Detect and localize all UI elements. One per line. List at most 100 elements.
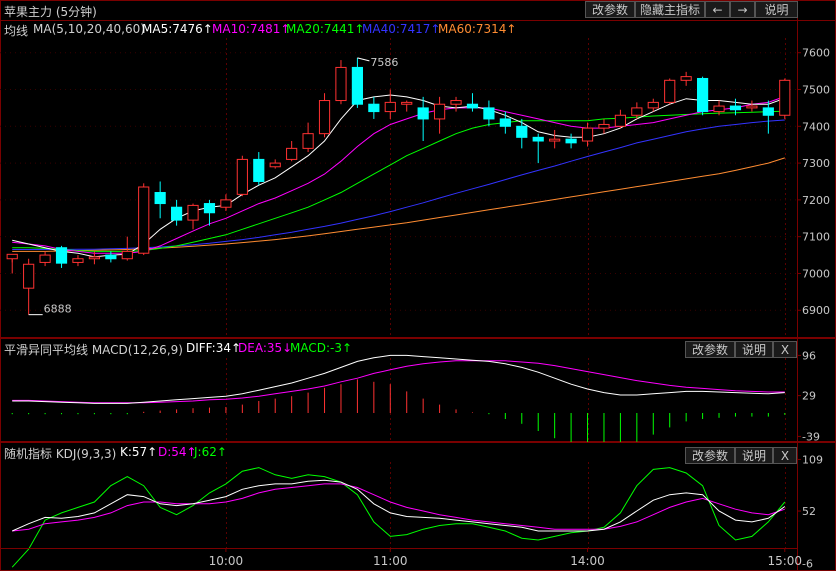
- candle-body-up: [335, 66, 347, 102]
- macd-close-button[interactable]: X: [773, 341, 797, 358]
- candle-body-up: [318, 100, 331, 135]
- candle: [680, 71, 692, 86]
- candle: [433, 96, 446, 134]
- main-title: 苹果主力 (5分钟): [4, 5, 97, 19]
- y-tick-7100: 7100: [802, 231, 830, 244]
- candle-body-down: [466, 103, 479, 109]
- pane-border: [0, 0, 836, 338]
- candle-body-down: [351, 66, 364, 105]
- hide-main-indicator-button[interactable]: 隐藏主指标: [635, 1, 705, 18]
- candle-body-up: [647, 101, 659, 109]
- candle: [335, 60, 347, 105]
- candle-body-down: [696, 77, 709, 113]
- main-pane: 7600 7500 7400 7300 7200 7100 7000 6900 7586 6888…: [0, 0, 836, 338]
- ma10-line: [12, 96, 785, 254]
- prev-arrow-button[interactable]: ←: [705, 1, 730, 18]
- ma-legend-params: MA(5,10,20,40,60): [33, 22, 145, 36]
- candle-body-down: [417, 107, 429, 120]
- kdj-params-button[interactable]: 改参数: [685, 447, 735, 464]
- x-tick-11:00: 11:00: [373, 554, 408, 568]
- candle-body-down: [154, 192, 166, 205]
- candle: [368, 96, 380, 119]
- candle-body-down: [55, 247, 68, 264]
- diff-line: [12, 354, 785, 404]
- candle: [302, 122, 314, 153]
- x-tick-10:00: 10:00: [209, 554, 244, 568]
- candle: [483, 100, 495, 127]
- candle-body-up: [269, 162, 281, 168]
- candle-body-up: [72, 258, 84, 263]
- macd-pane: 96 29 -39 平滑异同平均线 MACD(12,26,9) DIFF:34↑ D…: [0, 338, 836, 442]
- candle: [696, 76, 709, 116]
- macd-params-button[interactable]: 改参数: [685, 341, 735, 358]
- candle: [516, 118, 528, 149]
- macd-help-button[interactable]: 说明: [735, 341, 773, 358]
- kdj-y-tick-52: 52: [802, 505, 816, 518]
- kdj-title: 随机指标 KDJ(9,3,3): [4, 447, 117, 461]
- candle-body-up: [779, 79, 791, 116]
- candle: [286, 141, 298, 162]
- candle: [236, 155, 248, 197]
- candle: [746, 100, 758, 112]
- candle: [23, 258, 35, 315]
- candle: [614, 109, 627, 129]
- candle-body-up: [138, 186, 150, 254]
- candle: [384, 89, 396, 119]
- candle-body-down: [483, 107, 495, 120]
- next-arrow-button[interactable]: →: [730, 1, 755, 18]
- main-params-button[interactable]: 改参数: [585, 1, 635, 18]
- candle: [269, 159, 281, 169]
- kdj-help-button[interactable]: 说明: [735, 447, 773, 464]
- y-tick-7600: 7600: [802, 47, 830, 60]
- candle-body-up: [664, 79, 676, 103]
- candle-body-up: [302, 133, 314, 149]
- ma40-line: [12, 119, 785, 250]
- candle-body-down: [565, 138, 577, 144]
- candle-body-down: [532, 136, 544, 142]
- ma-legend-label: 均线: [4, 24, 29, 38]
- ma10-value: MA10:7481↑: [212, 22, 291, 36]
- candle: [762, 100, 774, 134]
- candle-body-up: [23, 263, 35, 289]
- main-help-button[interactable]: 说明: [755, 1, 798, 18]
- candle: [450, 96, 462, 112]
- d-line: [12, 483, 785, 532]
- y-tick-7500: 7500: [802, 84, 830, 97]
- kdj-k-value: K:57↑: [120, 445, 158, 459]
- high-marker-line: [357, 57, 370, 62]
- candle: [499, 111, 511, 134]
- candle: [170, 199, 183, 226]
- candle-body-up: [88, 256, 101, 260]
- candle-body-up: [433, 103, 446, 120]
- candle: [138, 183, 150, 256]
- candle-body-up: [220, 199, 232, 208]
- x-tick-15:00: 15:00: [767, 554, 802, 568]
- candle-body-down: [368, 103, 380, 113]
- candle: [532, 133, 544, 164]
- candle: [39, 251, 51, 267]
- candle-body-up: [236, 158, 248, 195]
- candle: [466, 93, 479, 112]
- candle-body-down: [516, 125, 528, 138]
- candle-body-up: [631, 107, 643, 116]
- y-tick-7400: 7400: [802, 120, 830, 133]
- candle-body-down: [105, 254, 117, 260]
- low-annotation: 6888: [44, 303, 72, 316]
- macd-diff-value: DIFF:34↑: [186, 341, 242, 355]
- candle-body-up: [286, 147, 298, 160]
- candle: [154, 181, 166, 219]
- macd-dea-value: DEA:35↓: [238, 341, 293, 355]
- candle-body-up: [401, 101, 413, 105]
- candle-body-up: [549, 138, 561, 142]
- candle-body-up: [598, 123, 610, 129]
- candle: [581, 122, 594, 147]
- candle: [220, 194, 232, 211]
- x-tick-14:00: 14:00: [570, 554, 605, 568]
- candle: [6, 253, 18, 274]
- kdj-y-tick--6: -6: [802, 558, 813, 571]
- ma60-line: [12, 157, 785, 252]
- candle-body-down: [729, 105, 742, 111]
- candle: [417, 96, 429, 142]
- kdj-j-value: J:62↑: [194, 445, 227, 459]
- kdj-close-button[interactable]: X: [773, 447, 797, 464]
